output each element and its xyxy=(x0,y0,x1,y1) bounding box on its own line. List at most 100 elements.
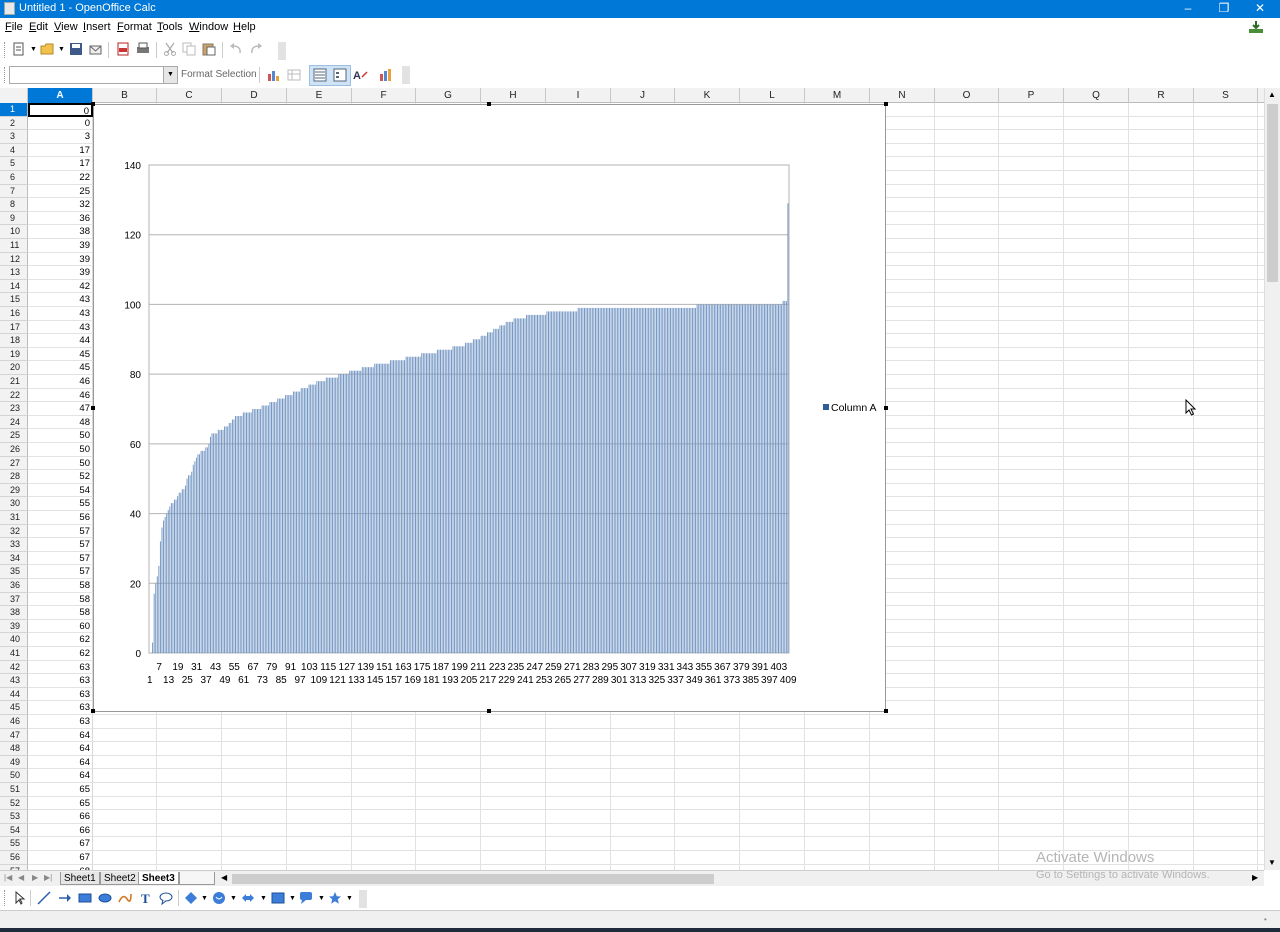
cell-a55[interactable]: 67 xyxy=(28,837,93,851)
arrow-tool-icon[interactable] xyxy=(58,891,72,905)
resize-handle[interactable] xyxy=(884,406,888,410)
cell-a24[interactable]: 48 xyxy=(28,415,93,430)
freeform-tool-icon[interactable] xyxy=(118,891,132,905)
row-header[interactable]: 21 xyxy=(0,375,28,389)
next-sheet-icon[interactable]: ▶ xyxy=(32,873,38,882)
cell-a56[interactable]: 67 xyxy=(28,851,93,865)
cell-a25[interactable]: 50 xyxy=(28,429,93,443)
row-header[interactable]: 6 xyxy=(0,171,28,185)
chevron-down-icon[interactable]: ▼ xyxy=(201,895,208,902)
chevron-down-icon[interactable]: ▼ xyxy=(260,895,267,902)
last-sheet-icon[interactable]: ▶| xyxy=(44,873,52,882)
row-header[interactable]: 56 xyxy=(0,851,28,865)
row-header[interactable]: 38 xyxy=(0,606,28,620)
cell-a6[interactable]: 22 xyxy=(28,171,93,185)
column-header-b[interactable]: B xyxy=(93,88,157,103)
basic-shapes-icon[interactable] xyxy=(184,891,198,905)
chevron-down-icon[interactable]: ▼ xyxy=(289,895,296,902)
add-sheet-tab[interactable] xyxy=(179,872,215,885)
row-header[interactable]: 34 xyxy=(0,551,28,566)
cell-a46[interactable]: 63 xyxy=(28,715,93,729)
cell-a7[interactable]: 25 xyxy=(28,184,93,199)
cell-a36[interactable]: 58 xyxy=(28,579,93,593)
row-header[interactable]: 11 xyxy=(0,239,28,253)
cell-a27[interactable]: 50 xyxy=(28,456,93,471)
row-header[interactable]: 3 xyxy=(0,130,28,144)
row-header[interactable]: 4 xyxy=(0,143,28,158)
row-header[interactable]: 10 xyxy=(0,225,28,239)
cell-a1[interactable]: 0 xyxy=(28,103,93,117)
data-table-icon[interactable] xyxy=(287,68,301,82)
menu-window[interactable]: Window xyxy=(189,21,228,33)
cell-a17[interactable]: 43 xyxy=(28,320,93,335)
row-header[interactable]: 18 xyxy=(0,334,28,348)
cell-a47[interactable]: 64 xyxy=(28,728,93,743)
maximize-button[interactable]: ❐ xyxy=(1206,0,1242,18)
row-header[interactable]: 46 xyxy=(0,715,28,729)
cell-a15[interactable]: 43 xyxy=(28,293,93,307)
cell-a16[interactable]: 43 xyxy=(28,307,93,321)
sheet-tab-2[interactable]: Sheet2 xyxy=(100,872,140,885)
row-header[interactable]: 27 xyxy=(0,456,28,471)
cell-a33[interactable]: 57 xyxy=(28,538,93,552)
cell-a20[interactable]: 45 xyxy=(28,361,93,375)
email-icon[interactable] xyxy=(89,42,103,56)
text-tool-icon[interactable]: T xyxy=(139,891,153,906)
row-header[interactable]: 25 xyxy=(0,429,28,443)
scroll-left-icon[interactable]: ◀ xyxy=(221,873,227,882)
cell-a44[interactable]: 63 xyxy=(28,687,93,702)
column-header-c[interactable]: C xyxy=(157,88,222,103)
toolbar-grip[interactable] xyxy=(4,67,7,83)
toolbar-overflow-chevron[interactable] xyxy=(278,42,286,60)
sheet-tab-3[interactable]: Sheet3 xyxy=(138,872,179,885)
row-header[interactable]: 12 xyxy=(0,252,28,267)
cell-a35[interactable]: 57 xyxy=(28,565,93,579)
cell-a49[interactable]: 64 xyxy=(28,755,93,770)
column-header-f[interactable]: F xyxy=(352,88,416,103)
block-arrows-icon[interactable] xyxy=(241,891,255,905)
symbol-shapes-icon[interactable] xyxy=(212,891,226,905)
cell-a28[interactable]: 52 xyxy=(28,470,93,484)
menu-file[interactable]: File xyxy=(5,21,23,33)
scroll-right-icon[interactable]: ▶ xyxy=(1252,873,1258,882)
cell-a9[interactable]: 36 xyxy=(28,211,93,226)
cell-a5[interactable]: 17 xyxy=(28,157,93,171)
cell-a11[interactable]: 39 xyxy=(28,239,93,253)
row-header[interactable]: 15 xyxy=(0,293,28,307)
cell-a51[interactable]: 65 xyxy=(28,783,93,797)
save-icon[interactable] xyxy=(69,42,83,56)
row-header[interactable]: 9 xyxy=(0,211,28,226)
sheet-tab-1[interactable]: Sheet1 xyxy=(60,872,100,885)
cell-a23[interactable]: 47 xyxy=(28,402,93,416)
row-header[interactable]: 29 xyxy=(0,483,28,498)
chevron-down-icon[interactable]: ▼ xyxy=(346,895,353,902)
export-pdf-icon[interactable] xyxy=(116,42,130,56)
cell-a21[interactable]: 46 xyxy=(28,375,93,389)
column-header-s[interactable]: S xyxy=(1194,88,1258,103)
row-header[interactable]: 19 xyxy=(0,347,28,362)
row-header[interactable]: 28 xyxy=(0,470,28,484)
row-header[interactable]: 13 xyxy=(0,266,28,280)
row-header[interactable]: 32 xyxy=(0,524,28,539)
cell-a37[interactable]: 58 xyxy=(28,592,93,607)
row-header[interactable]: 14 xyxy=(0,279,28,294)
cell-a43[interactable]: 63 xyxy=(28,674,93,688)
chart-element-select[interactable]: ▼ xyxy=(9,66,178,84)
chart-type-icon[interactable] xyxy=(267,68,281,82)
legend-toggle-icon[interactable] xyxy=(333,68,347,82)
row-header[interactable]: 22 xyxy=(0,388,28,403)
row-header[interactable]: 30 xyxy=(0,497,28,511)
select-all-corner[interactable] xyxy=(0,88,28,103)
chevron-down-icon[interactable]: ▼ xyxy=(230,895,237,902)
cell-a4[interactable]: 17 xyxy=(28,143,93,158)
column-header-g[interactable]: G xyxy=(416,88,481,103)
cell-a2[interactable]: 0 xyxy=(28,116,93,131)
menu-help[interactable]: Help xyxy=(233,21,256,33)
column-header-i[interactable]: I xyxy=(546,88,611,103)
cell-a29[interactable]: 54 xyxy=(28,483,93,498)
row-header[interactable]: 44 xyxy=(0,687,28,702)
flowchart-icon[interactable] xyxy=(271,891,285,905)
row-header[interactable]: 17 xyxy=(0,320,28,335)
row-header[interactable]: 37 xyxy=(0,592,28,607)
cell-a12[interactable]: 39 xyxy=(28,252,93,267)
